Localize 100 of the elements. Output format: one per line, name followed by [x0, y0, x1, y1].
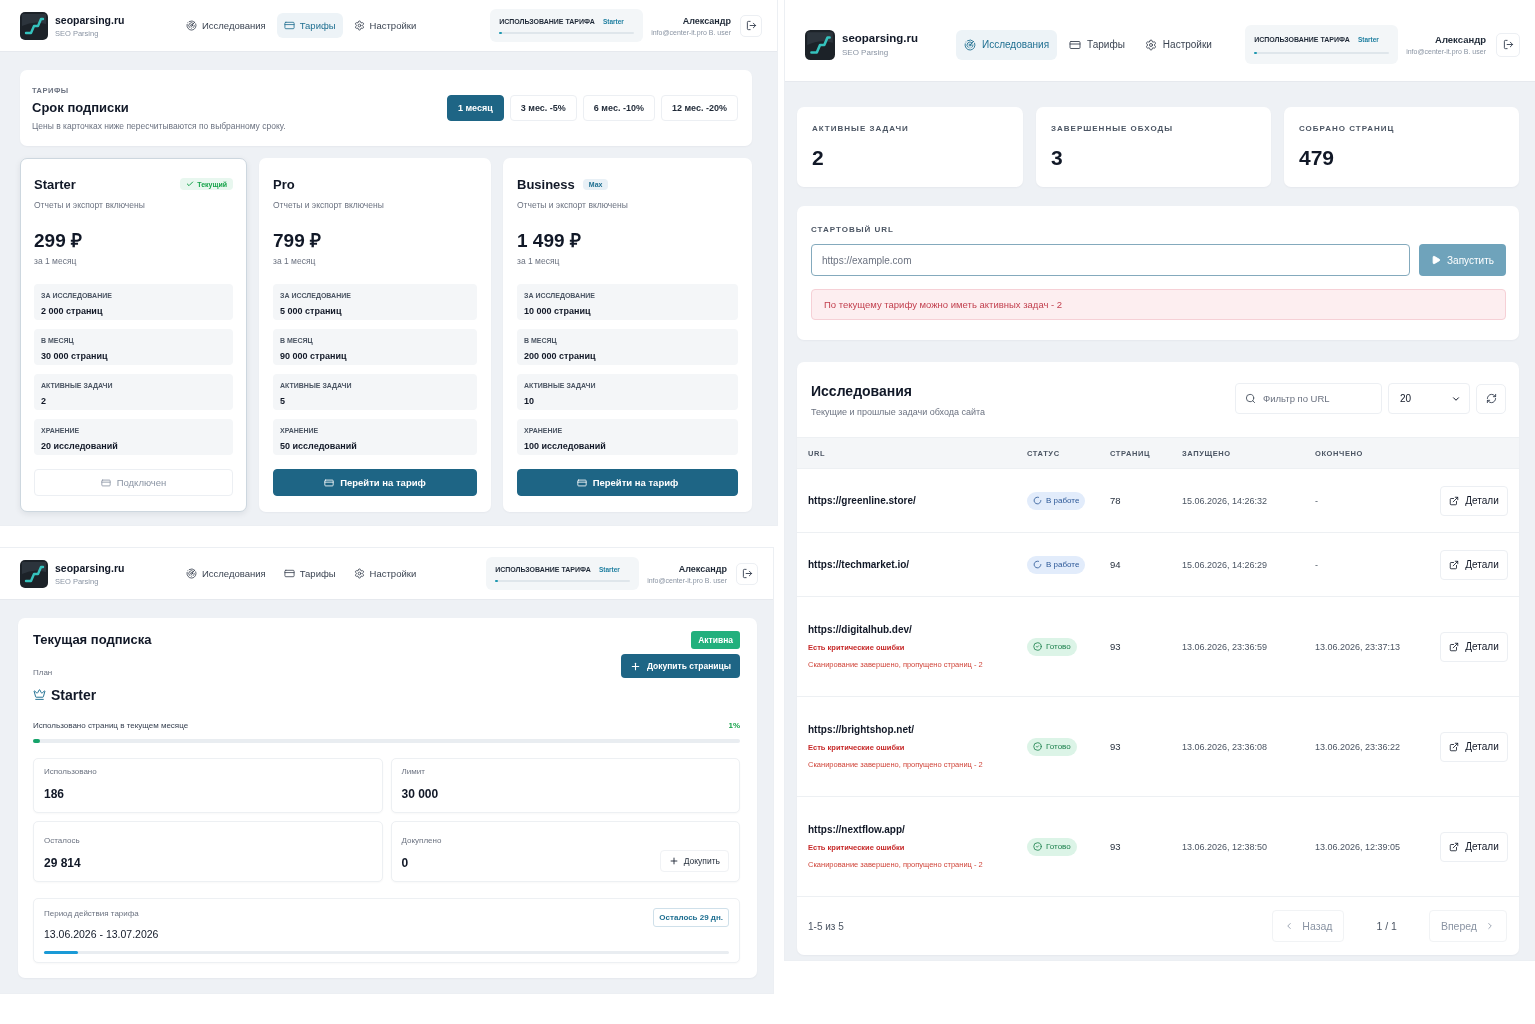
status-label: Готово: [1046, 842, 1071, 852]
period-option[interactable]: 1 месяц: [446, 95, 504, 121]
plan-caption: План: [33, 667, 53, 678]
table-cell: -: [1315, 495, 1318, 506]
logout-button[interactable]: [740, 14, 762, 37]
limit-value: 90 000 страниц: [280, 351, 347, 362]
plan-button[interactable]: Перейти на тариф: [273, 469, 477, 496]
field-label: СТАРТОВЫЙ URL: [811, 225, 894, 234]
limit-value: 10 000 страниц: [524, 306, 591, 317]
status-label: В работе: [1046, 560, 1080, 570]
card-subtitle: Текущие и прошлые задачи обхода сайта: [811, 407, 986, 417]
table-cell: -: [1315, 559, 1318, 570]
nav-tab[interactable]: Настройки: [346, 13, 424, 38]
details-button[interactable]: Детали: [1440, 485, 1508, 516]
table-cell: 13.06.2026, 23:36:59: [1182, 641, 1268, 652]
details-button[interactable]: Детали: [1440, 831, 1508, 862]
details-button[interactable]: Детали: [1440, 549, 1508, 580]
limit-value: 50 исследований: [280, 441, 357, 452]
settings-icon: [353, 20, 365, 31]
stat-value: 29 814: [44, 856, 81, 870]
section-title: Срок подписки: [32, 99, 129, 116]
table-cell: 15.06.2026, 14:26:29: [1182, 559, 1268, 570]
user-name: Александр: [1435, 34, 1486, 45]
limit-value: 5: [280, 396, 285, 407]
external-link-icon: [1449, 841, 1460, 852]
plan-description: Отчеты и экспорт включены: [34, 200, 145, 210]
logout-button[interactable]: [736, 562, 758, 585]
plus-icon: [629, 660, 641, 672]
nav-tab[interactable]: Исследования: [956, 29, 1058, 60]
check-icon: [186, 180, 195, 188]
stat-label: АКТИВНЫЕ ЗАДАЧИ: [812, 124, 909, 133]
url-text: https://techmarket.io/: [808, 558, 910, 571]
nav-tab[interactable]: Тарифы: [276, 561, 343, 586]
nav-tab[interactable]: Исследования: [179, 13, 273, 38]
refresh-button[interactable]: [1476, 383, 1506, 414]
logout-button[interactable]: [1496, 32, 1520, 57]
stat-label: ЗАВЕРШЕННЫЕ ОБХОДЫ: [1051, 124, 1174, 133]
usage-caption: Использовано страниц в текущем месяце: [33, 720, 189, 731]
refresh-icon: [1485, 393, 1497, 404]
details-button[interactable]: Детали: [1440, 631, 1508, 662]
table-cell: 13.06.2026, 12:38:50: [1182, 841, 1268, 852]
limit-alert: По текущему тарифу можно иметь активных задач - 2: [811, 289, 1506, 320]
external-link-icon: [1449, 741, 1460, 752]
plus-icon: [668, 856, 679, 866]
limit-value: 2: [41, 396, 46, 407]
nav-tab[interactable]: Настройки: [1136, 29, 1220, 60]
card-icon: [283, 568, 295, 579]
buy-pages-button[interactable]: Докупить страницы: [620, 654, 740, 678]
address-input[interactable]: https://example.com: [811, 244, 1410, 276]
plan-name: Starter: [51, 686, 97, 703]
brand-name: seoparsing.ru: [55, 13, 125, 26]
stat-value: 0: [401, 856, 409, 870]
plan-price: 1 499 ₽: [517, 230, 581, 251]
plan-button[interactable]: Перейти на тариф: [517, 469, 738, 496]
limit-value: 10: [524, 396, 534, 407]
limit-value: 2 000 страниц: [41, 306, 103, 317]
brand-tagline: SEO Parsing: [842, 48, 889, 57]
price-period: за 1 месяц: [273, 256, 316, 267]
crown-icon: [33, 688, 46, 701]
loader-icon: [1033, 560, 1042, 570]
plan-price: 299 ₽: [34, 230, 82, 251]
card-icon: [283, 20, 295, 31]
logout-icon: [745, 20, 757, 31]
nav-tab[interactable]: Тарифы: [276, 13, 343, 38]
nav-tab[interactable]: Тарифы: [1061, 29, 1133, 60]
table-cell: 13.06.2026, 23:37:13: [1315, 641, 1401, 652]
logo-icon: [20, 559, 48, 588]
term-dates: 13.06.2026 - 13.07.2026: [44, 928, 159, 941]
url-text: https://brightshop.net/: [808, 723, 915, 736]
usage-percent: 1%: [728, 721, 740, 730]
buy-more-button[interactable]: Докупить: [659, 850, 729, 872]
table-cell: 93: [1110, 841, 1121, 852]
limit-value: 5 000 страниц: [280, 306, 342, 317]
period-option[interactable]: 6 мес. -10%: [582, 95, 655, 121]
status-label: Готово: [1046, 642, 1071, 652]
user-name: Александр: [682, 15, 731, 26]
stat-value: 186: [44, 787, 65, 801]
details-button[interactable]: Детали: [1440, 731, 1508, 762]
period-option[interactable]: 3 мес. -5%: [509, 95, 577, 121]
stat-label: Докуплено: [401, 835, 442, 846]
card-icon: [324, 477, 335, 488]
limit-value: 30 000 страниц: [41, 351, 108, 362]
page-size-select[interactable]: 20: [1388, 383, 1470, 414]
stat-value: 2: [812, 146, 824, 170]
logout-icon: [741, 568, 753, 579]
brand-name: seoparsing.ru: [842, 32, 919, 44]
filter-input[interactable]: Фильтр по URL: [1235, 383, 1382, 414]
radar-icon: [186, 568, 197, 579]
url-text: https://nextflow.app/: [808, 823, 905, 836]
url-text: https://greenline.store/: [808, 494, 916, 507]
check-circle-icon: [1033, 842, 1042, 852]
period-option[interactable]: 12 мес. -20%: [660, 95, 738, 121]
plan-description: Отчеты и экспорт включены: [517, 200, 628, 210]
settings-icon: [1144, 38, 1157, 51]
nav-tab[interactable]: Исследования: [179, 561, 273, 586]
stat-value: 479: [1299, 146, 1335, 170]
nav-tab[interactable]: Настройки: [346, 561, 424, 586]
status-label: Готово: [1046, 742, 1071, 752]
radar-icon: [964, 38, 976, 51]
external-link-icon: [1449, 495, 1460, 506]
